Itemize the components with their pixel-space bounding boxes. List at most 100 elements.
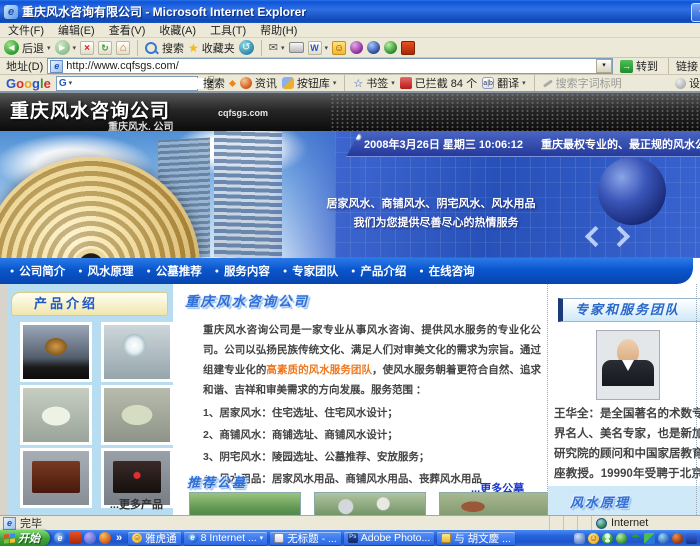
forward-dropdown-icon[interactable]: ▾ (73, 44, 77, 52)
menu-item-tools[interactable]: 工具(T) (210, 22, 246, 38)
thunder-download-icon[interactable] (401, 41, 415, 55)
toolbar-separator (137, 40, 138, 56)
menu-item-file[interactable]: 文件(F) (8, 22, 44, 38)
jade-box-image (23, 388, 89, 442)
product-image[interactable] (20, 385, 92, 445)
hand-icon[interactable] (574, 533, 585, 544)
google-g-dropdown-icon[interactable]: ▾ (69, 79, 73, 87)
address-label: 地址(D) (6, 58, 43, 74)
bookmarks-button[interactable]: ☆ 书签 ▾ (353, 75, 394, 91)
firefox-quicklaunch-icon[interactable] (99, 532, 111, 544)
ie-page-icon: e (3, 517, 16, 530)
product-image[interactable] (101, 385, 173, 445)
windows-logo-icon (4, 533, 15, 543)
start-button[interactable]: 开始 (0, 530, 50, 546)
google-search-button[interactable]: 搜索 (203, 75, 225, 91)
translate-dropdown-icon[interactable]: ▾ (522, 79, 526, 87)
taskbar-button-chat[interactable]: 与 胡文慶 ... (437, 532, 515, 545)
messenger-button[interactable]: ☺ (332, 41, 346, 55)
cemetery-photo[interactable] (189, 492, 301, 515)
google-search-box[interactable]: G ▾ ▾ (56, 76, 198, 91)
thunder-quicklaunch-icon[interactable] (69, 532, 81, 544)
network-globe-tray-icon[interactable] (658, 533, 669, 544)
umbrella-tray-icon[interactable]: ☂ (630, 533, 641, 544)
forward-button[interactable]: ▶ ▾ (55, 40, 77, 55)
menu-item-help[interactable]: 帮助(H) (260, 22, 297, 38)
right-dotted-border (696, 284, 697, 515)
group-dropdown-icon[interactable]: ▾ (260, 534, 264, 542)
popup-blocker-icon (400, 77, 412, 89)
stop-button[interactable]: × (80, 41, 94, 55)
title-bar[interactable]: e 重庆风水咨询有限公司 - Microsoft Internet Explor… (0, 0, 700, 23)
google-logo-letter: G (6, 76, 16, 91)
quicklaunch-overflow-chevron[interactable]: » (114, 532, 124, 544)
flower-icon[interactable] (384, 41, 397, 54)
nav-item-experts[interactable]: ●专家团队 (283, 263, 338, 279)
research-icon[interactable] (367, 41, 380, 54)
print-button[interactable] (289, 42, 304, 53)
address-input[interactable]: e http://www.cqfsgs.com/ ▾ (47, 58, 613, 74)
minimize-button[interactable]: – (691, 3, 700, 22)
menu-item-edit[interactable]: 编辑(E) (58, 22, 95, 38)
edit-with-word-button[interactable]: W ▾ (308, 41, 329, 55)
go-button[interactable]: → 转到 (617, 58, 661, 74)
bullet-icon: ● (419, 268, 423, 275)
nav-item-services[interactable]: ●服务内容 (215, 263, 270, 279)
taskbar-button-ie-group[interactable]: e 8 Internet ... ▾ (184, 532, 268, 545)
product-image[interactable] (20, 322, 92, 382)
cemetery-thumbnails (189, 492, 551, 515)
menu-item-view[interactable]: 查看(V) (109, 22, 146, 38)
msn-quicklaunch-icon[interactable] (84, 532, 96, 544)
status-main-cell: e 完毕 (0, 516, 550, 530)
buddy-tray-icon[interactable] (602, 533, 613, 544)
taskbar-button-untitled[interactable]: 无标题 - ... (270, 532, 341, 545)
go-label: 转到 (636, 58, 658, 74)
cemetery-photo[interactable] (439, 492, 551, 515)
home-button[interactable]: ⌂ (116, 41, 130, 55)
taskbar-button-photoshop[interactable]: Ps Adobe Photo... (344, 532, 434, 545)
sync-tray-icon[interactable] (644, 533, 655, 544)
back-dropdown-icon[interactable]: ▾ (47, 44, 51, 52)
product-image[interactable] (20, 448, 92, 508)
search-button[interactable]: 搜索 (145, 40, 184, 56)
clover-tray-icon[interactable] (616, 533, 627, 544)
toolbar-separator (261, 40, 262, 56)
bookmarks-dropdown-icon[interactable]: ▾ (391, 79, 395, 87)
taskbar-button-yahoo-messenger[interactable]: ☺ 雅虎通 (128, 532, 181, 545)
favorites-button[interactable]: ★ 收藏夹 (188, 40, 235, 56)
nav-item-products[interactable]: ●产品介绍 (351, 263, 406, 279)
menu-item-favorites[interactable]: 收藏(A) (159, 22, 196, 38)
google-news-button[interactable]: 资讯 (240, 75, 277, 91)
address-url[interactable]: http://www.cqfsgs.com/ (66, 60, 593, 72)
mail-dropdown-icon[interactable]: ▾ (281, 44, 285, 52)
back-button[interactable]: ◀ 后退 ▾ (4, 40, 51, 56)
product-image[interactable] (101, 322, 173, 382)
banner-globe-image (598, 157, 666, 225)
popup-blocked-button[interactable]: 已拦截 84 个 (400, 75, 477, 91)
ie-quicklaunch-icon[interactable]: e (54, 532, 66, 544)
address-dropdown-button[interactable]: ▾ (596, 59, 612, 73)
nav-item-online-consult[interactable]: ●在线咨询 (419, 263, 474, 279)
round-purple-icon[interactable] (350, 41, 363, 54)
mail-button[interactable]: ✉ ▾ (269, 41, 285, 54)
more-products-link[interactable]: ...更多产品 (110, 496, 163, 512)
menu-bar: 文件(F) 编辑(E) 查看(V) 收藏(A) 工具(T) 帮助(H) (0, 23, 700, 38)
links-label[interactable]: 链接 (676, 58, 698, 74)
blocked-tray-icon[interactable] (672, 533, 683, 544)
nav-item-fengshui-theory[interactable]: ●风水原理 (78, 263, 133, 279)
google-settings-button[interactable]: 设 (675, 75, 700, 91)
button-gallery-button[interactable]: 按钮库 ▾ (282, 75, 337, 91)
smiley-tray-icon[interactable]: ☺ (588, 533, 599, 544)
nav-item-cemetery[interactable]: ●公墓推荐 (146, 263, 201, 279)
translate-button[interactable]: a|b 翻译 ▾ (482, 75, 526, 91)
nav-item-company[interactable]: ●公司简介 (10, 263, 65, 279)
history-button[interactable]: ↺ (239, 40, 254, 55)
word-dropdown-icon[interactable]: ▾ (325, 44, 329, 52)
refresh-button[interactable]: ↻ (98, 41, 112, 55)
input-method-tray-icon[interactable] (686, 533, 697, 544)
gallery-dropdown-icon[interactable]: ▾ (333, 79, 337, 87)
highlight-button[interactable]: 搜索字词标明 (543, 75, 622, 91)
google-search-input[interactable] (74, 78, 206, 89)
status-text: 完毕 (20, 515, 42, 531)
cemetery-photo[interactable] (314, 492, 426, 515)
